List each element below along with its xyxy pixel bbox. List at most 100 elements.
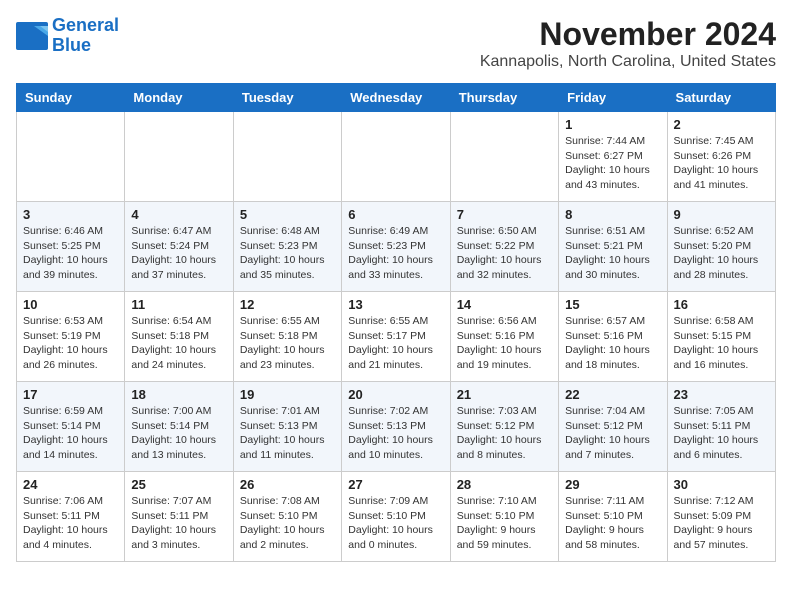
calendar-cell: 15 Sunrise: 6:57 AM Sunset: 5:16 PM Dayli… [559, 292, 667, 382]
day-info: Sunrise: 6:57 AM Sunset: 5:16 PM Dayligh… [565, 314, 660, 373]
day-number: 25 [131, 477, 226, 492]
day-number: 19 [240, 387, 335, 402]
day-info: Sunrise: 6:50 AM Sunset: 5:22 PM Dayligh… [457, 224, 552, 283]
day-info: Sunrise: 7:03 AM Sunset: 5:12 PM Dayligh… [457, 404, 552, 463]
calendar-cell: 11 Sunrise: 6:54 AM Sunset: 5:18 PM Dayli… [125, 292, 233, 382]
day-number: 21 [457, 387, 552, 402]
calendar-cell: 2 Sunrise: 7:45 AM Sunset: 6:26 PM Daylig… [667, 112, 775, 202]
day-info: Sunrise: 6:58 AM Sunset: 5:15 PM Dayligh… [674, 314, 769, 373]
calendar-cell: 4Sunrise: 6:47 AM Sunset: 5:24 PM Daylig… [125, 202, 233, 292]
page-subtitle: Kannapolis, North Carolina, United State… [480, 53, 776, 71]
day-number: 23 [674, 387, 769, 402]
calendar-week-2: 3 Sunrise: 6:46 AM Sunset: 5:25 PM Daylig… [17, 202, 776, 292]
header-day-monday: Monday [125, 84, 233, 112]
logo-icon [16, 22, 48, 50]
logo-text: General Blue [52, 16, 119, 56]
header-row: SundayMondayTuesdayWednesdayThursdayFrid… [17, 84, 776, 112]
calendar-cell: 20 Sunrise: 7:02 AM Sunset: 5:13 PM Dayli… [342, 382, 450, 472]
day-info: Sunrise: 7:00 AM Sunset: 5:14 PM Dayligh… [131, 404, 226, 463]
day-info: Sunrise: 6:49 AM Sunset: 5:23 PM Dayligh… [348, 224, 443, 283]
logo-blue: Blue [52, 35, 91, 55]
day-number: 6 [348, 207, 443, 222]
day-info: Sunrise: 7:04 AM Sunset: 5:12 PM Dayligh… [565, 404, 660, 463]
calendar-cell: 8 Sunrise: 6:51 AM Sunset: 5:21 PM Daylig… [559, 202, 667, 292]
calendar-cell: 26Sunrise: 7:08 AM Sunset: 5:10 PM Dayli… [233, 472, 341, 562]
day-number: 15 [565, 297, 660, 312]
day-info: Sunrise: 6:55 AM Sunset: 5:17 PM Dayligh… [348, 314, 443, 373]
day-info: Sunrise: 7:08 AM Sunset: 5:10 PM Dayligh… [240, 494, 335, 553]
page-title: November 2024 [480, 16, 776, 53]
day-number: 3 [23, 207, 118, 222]
calendar-cell: 10Sunrise: 6:53 AM Sunset: 5:19 PM Dayli… [17, 292, 125, 382]
day-number: 30 [674, 477, 769, 492]
calendar-cell: 13Sunrise: 6:55 AM Sunset: 5:17 PM Dayli… [342, 292, 450, 382]
day-number: 2 [674, 117, 769, 132]
header-day-thursday: Thursday [450, 84, 558, 112]
day-number: 7 [457, 207, 552, 222]
calendar-cell: 23Sunrise: 7:05 AM Sunset: 5:11 PM Dayli… [667, 382, 775, 472]
day-info: Sunrise: 7:06 AM Sunset: 5:11 PM Dayligh… [23, 494, 118, 553]
day-number: 27 [348, 477, 443, 492]
day-number: 18 [131, 387, 226, 402]
calendar-cell [233, 112, 341, 202]
day-number: 17 [23, 387, 118, 402]
day-number: 20 [348, 387, 443, 402]
day-info: Sunrise: 6:54 AM Sunset: 5:18 PM Dayligh… [131, 314, 226, 373]
day-number: 9 [674, 207, 769, 222]
day-number: 22 [565, 387, 660, 402]
calendar-cell: 28Sunrise: 7:10 AM Sunset: 5:10 PM Dayli… [450, 472, 558, 562]
day-info: Sunrise: 7:44 AM Sunset: 6:27 PM Dayligh… [565, 134, 660, 193]
day-number: 28 [457, 477, 552, 492]
day-number: 5 [240, 207, 335, 222]
day-info: Sunrise: 6:48 AM Sunset: 5:23 PM Dayligh… [240, 224, 335, 283]
calendar-table: SundayMondayTuesdayWednesdayThursdayFrid… [16, 83, 776, 562]
calendar-cell: 9 Sunrise: 6:52 AM Sunset: 5:20 PM Daylig… [667, 202, 775, 292]
day-info: Sunrise: 6:51 AM Sunset: 5:21 PM Dayligh… [565, 224, 660, 283]
day-info: Sunrise: 6:59 AM Sunset: 5:14 PM Dayligh… [23, 404, 118, 463]
calendar-cell: 3 Sunrise: 6:46 AM Sunset: 5:25 PM Daylig… [17, 202, 125, 292]
calendar-week-5: 24 Sunrise: 7:06 AM Sunset: 5:11 PM Dayli… [17, 472, 776, 562]
title-block: November 2024 Kannapolis, North Carolina… [480, 16, 776, 71]
day-number: 10 [23, 297, 118, 312]
header-day-friday: Friday [559, 84, 667, 112]
calendar-cell: 30 Sunrise: 7:12 AM Sunset: 5:09 PM Dayli… [667, 472, 775, 562]
calendar-cell [450, 112, 558, 202]
day-number: 24 [23, 477, 118, 492]
calendar-cell: 16Sunrise: 6:58 AM Sunset: 5:15 PM Dayli… [667, 292, 775, 382]
day-number: 11 [131, 297, 226, 312]
day-number: 4 [131, 207, 226, 222]
day-info: Sunrise: 6:46 AM Sunset: 5:25 PM Dayligh… [23, 224, 118, 283]
calendar-cell: 19 Sunrise: 7:01 AM Sunset: 5:13 PM Dayli… [233, 382, 341, 472]
day-info: Sunrise: 6:52 AM Sunset: 5:20 PM Dayligh… [674, 224, 769, 283]
day-number: 14 [457, 297, 552, 312]
day-info: Sunrise: 7:12 AM Sunset: 5:09 PM Dayligh… [674, 494, 769, 553]
calendar-cell: 12Sunrise: 6:55 AM Sunset: 5:18 PM Dayli… [233, 292, 341, 382]
calendar-cell: 24 Sunrise: 7:06 AM Sunset: 5:11 PM Dayli… [17, 472, 125, 562]
header-day-sunday: Sunday [17, 84, 125, 112]
calendar-week-4: 17 Sunrise: 6:59 AM Sunset: 5:14 PM Dayli… [17, 382, 776, 472]
day-info: Sunrise: 7:11 AM Sunset: 5:10 PM Dayligh… [565, 494, 660, 553]
calendar-cell [17, 112, 125, 202]
calendar-cell: 1Sunrise: 7:44 AM Sunset: 6:27 PM Daylig… [559, 112, 667, 202]
calendar-cell: 18 Sunrise: 7:00 AM Sunset: 5:14 PM Dayli… [125, 382, 233, 472]
day-info: Sunrise: 7:01 AM Sunset: 5:13 PM Dayligh… [240, 404, 335, 463]
header-day-tuesday: Tuesday [233, 84, 341, 112]
header-day-wednesday: Wednesday [342, 84, 450, 112]
calendar-header: SundayMondayTuesdayWednesdayThursdayFrid… [17, 84, 776, 112]
logo-general: General [52, 15, 119, 35]
day-info: Sunrise: 6:56 AM Sunset: 5:16 PM Dayligh… [457, 314, 552, 373]
calendar-cell: 22 Sunrise: 7:04 AM Sunset: 5:12 PM Dayli… [559, 382, 667, 472]
calendar-cell: 17 Sunrise: 6:59 AM Sunset: 5:14 PM Dayli… [17, 382, 125, 472]
day-number: 12 [240, 297, 335, 312]
calendar-cell: 7 Sunrise: 6:50 AM Sunset: 5:22 PM Daylig… [450, 202, 558, 292]
day-info: Sunrise: 7:02 AM Sunset: 5:13 PM Dayligh… [348, 404, 443, 463]
calendar-cell: 29Sunrise: 7:11 AM Sunset: 5:10 PM Dayli… [559, 472, 667, 562]
calendar-cell [125, 112, 233, 202]
header-day-saturday: Saturday [667, 84, 775, 112]
day-info: Sunrise: 7:45 AM Sunset: 6:26 PM Dayligh… [674, 134, 769, 193]
calendar-cell: 27Sunrise: 7:09 AM Sunset: 5:10 PM Dayli… [342, 472, 450, 562]
day-number: 8 [565, 207, 660, 222]
calendar-week-1: 1Sunrise: 7:44 AM Sunset: 6:27 PM Daylig… [17, 112, 776, 202]
calendar-cell: 5 Sunrise: 6:48 AM Sunset: 5:23 PM Daylig… [233, 202, 341, 292]
calendar-cell: 25Sunrise: 7:07 AM Sunset: 5:11 PM Dayli… [125, 472, 233, 562]
